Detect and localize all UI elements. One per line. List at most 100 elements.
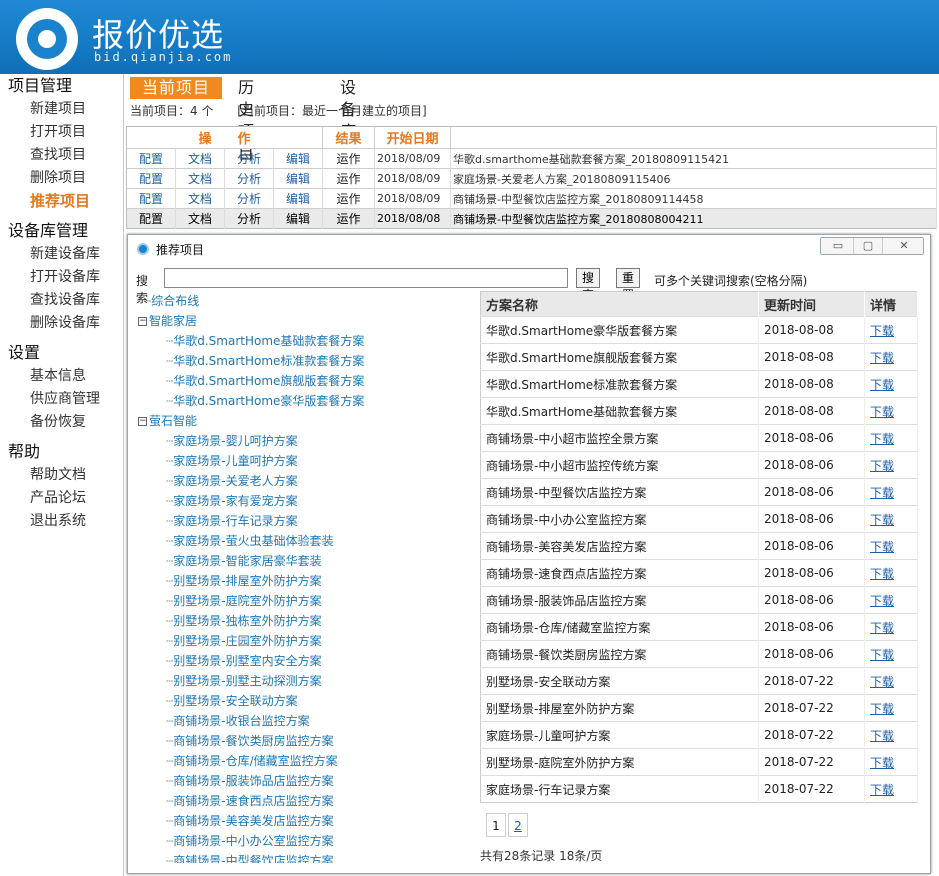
config-link[interactable]: 配置: [126, 188, 176, 209]
tab-device-library[interactable]: 设 备 库: [340, 77, 362, 141]
tree-leaf-node[interactable]: 商铺场景-服装饰品店监控方案: [138, 771, 478, 791]
sidebar-item[interactable]: 打开设备库: [0, 266, 123, 289]
search-input[interactable]: [164, 268, 568, 288]
document-link[interactable]: 文档: [175, 168, 225, 189]
tree-leaf-node[interactable]: 家庭场景-婴儿呵护方案: [138, 431, 478, 451]
tree-leaf-node[interactable]: 别墅场景-独栋室外防护方案: [138, 611, 478, 631]
sidebar-item[interactable]: 查找设备库: [0, 289, 123, 312]
project-row[interactable]: 配置 文档 分析 编辑 运作 2018/08/08 商铺场景-中型餐饮店监控方案_20180…: [126, 208, 937, 229]
tree-leaf-node[interactable]: 别墅场景-庄园室外防护方案: [138, 631, 478, 651]
document-link[interactable]: 文档: [175, 208, 225, 229]
download-link[interactable]: 下载: [864, 316, 918, 344]
tree-leaf-node[interactable]: 别墅场景-排屋室外防护方案: [138, 571, 478, 591]
download-link[interactable]: 下载: [864, 451, 918, 479]
tree-leaf-node[interactable]: 商铺场景-速食西点店监控方案: [138, 791, 478, 811]
project-row[interactable]: 配置 文档 分析 编辑 运作 2018/08/09 华歌d.smarthome基础款套餐方案…: [126, 148, 937, 169]
project-name[interactable]: 华歌d.smarthome基础款套餐方案_20180809115421: [450, 148, 937, 169]
analyze-link[interactable]: 分析: [224, 188, 274, 209]
tab-current-projects[interactable]: 当前项目: [130, 77, 222, 99]
sidebar-item[interactable]: 新建设备库: [0, 243, 123, 266]
sidebar-item[interactable]: 查找项目: [0, 144, 123, 167]
sidebar-item[interactable]: 新建项目: [0, 98, 123, 121]
tree-leaf-node[interactable]: 家庭场景-智能家居豪华套装: [138, 551, 478, 571]
document-link[interactable]: 文档: [175, 148, 225, 169]
download-link[interactable]: 下载: [864, 559, 918, 587]
sidebar-item[interactable]: 供应商管理: [0, 388, 123, 411]
edit-link[interactable]: 编辑: [273, 168, 323, 189]
project-row[interactable]: 配置 文档 分析 编辑 运作 2018/08/09 商铺场景-中型餐饮店监控方案_20180…: [126, 188, 937, 209]
analyze-link[interactable]: 分析: [224, 208, 274, 229]
tree-leaf-node[interactable]: 别墅场景-别墅室内安全方案: [138, 651, 478, 671]
download-link[interactable]: 下载: [864, 532, 918, 560]
collapse-icon[interactable]: −: [138, 317, 147, 326]
tree-root-node[interactable]: 综合布线: [138, 291, 478, 311]
tree-leaf-node[interactable]: 家庭场景-关爱老人方案: [138, 471, 478, 491]
download-link[interactable]: 下载: [864, 694, 918, 722]
download-link[interactable]: 下载: [864, 343, 918, 371]
download-link[interactable]: 下载: [864, 478, 918, 506]
tree-leaf-node[interactable]: 商铺场景-收银台监控方案: [138, 711, 478, 731]
reset-button[interactable]: 重置: [616, 268, 641, 302]
project-row[interactable]: 配置 文档 分析 编辑 运作 2018/08/09 家庭场景-关爱老人方案_20180809…: [126, 168, 937, 189]
sidebar-item[interactable]: 帮助文档: [0, 464, 123, 487]
page-2-button[interactable]: 2: [508, 813, 528, 837]
download-link[interactable]: 下载: [864, 667, 918, 695]
maximize-icon[interactable]: ▢: [853, 238, 883, 254]
tree-leaf-node[interactable]: 家庭场景-萤火虫基础体验套装: [138, 531, 478, 551]
download-link[interactable]: 下载: [864, 640, 918, 668]
download-link[interactable]: 下载: [864, 721, 918, 749]
tree-leaf-node[interactable]: 商铺场景-中型餐饮店监控方案: [138, 851, 478, 863]
sidebar-item[interactable]: 删除项目: [0, 167, 123, 190]
tree-leaf-node[interactable]: 商铺场景-中小办公室监控方案: [138, 831, 478, 851]
analyze-link[interactable]: 分析: [224, 148, 274, 169]
search-button[interactable]: 搜索: [576, 268, 601, 302]
tree-leaf-node[interactable]: 家庭场景-行车记录方案: [138, 511, 478, 531]
sidebar-item[interactable]: 退出系统: [0, 510, 123, 533]
download-link[interactable]: 下载: [864, 586, 918, 614]
close-icon[interactable]: ✕: [885, 238, 923, 254]
config-link[interactable]: 配置: [126, 148, 176, 169]
sidebar-item[interactable]: 删除设备库: [0, 312, 123, 335]
download-link[interactable]: 下载: [864, 748, 918, 776]
tree-leaf-node[interactable]: 华歌d.SmartHome豪华版套餐方案: [138, 391, 478, 411]
edit-link[interactable]: 编辑: [273, 188, 323, 209]
sidebar-item[interactable]: 基本信息: [0, 365, 123, 388]
collapse-icon[interactable]: −: [138, 417, 147, 426]
tree-leaf-node[interactable]: 华歌d.SmartHome标准款套餐方案: [138, 351, 478, 371]
tree-leaf-node[interactable]: 家庭场景-家有爱宠方案: [138, 491, 478, 511]
edit-link[interactable]: 编辑: [273, 148, 323, 169]
tree-leaf-node[interactable]: 别墅场景-安全联动方案: [138, 691, 478, 711]
tree-group-node[interactable]: − 智能家居: [138, 311, 478, 331]
tree-leaf-node[interactable]: 别墅场景-别墅主动探测方案: [138, 671, 478, 691]
project-name[interactable]: 商铺场景-中型餐饮店监控方案_20180808004211: [450, 208, 937, 229]
tree-leaf-node[interactable]: 华歌d.SmartHome基础款套餐方案: [138, 331, 478, 351]
tree-leaf-node[interactable]: 商铺场景-餐饮类厨房监控方案: [138, 731, 478, 751]
document-link[interactable]: 文档: [175, 188, 225, 209]
page-1-button[interactable]: 1: [486, 813, 506, 837]
project-name[interactable]: 家庭场景-关爱老人方案_20180809115406: [450, 168, 937, 189]
download-link[interactable]: 下载: [864, 505, 918, 533]
tab-history-projects[interactable]: 历史项目: [238, 77, 255, 163]
analyze-link[interactable]: 分析: [224, 168, 274, 189]
minimize-icon[interactable]: ▭: [823, 238, 853, 254]
download-link[interactable]: 下载: [864, 613, 918, 641]
tree-leaf-node[interactable]: 商铺场景-美容美发店监控方案: [138, 811, 478, 831]
edit-link[interactable]: 编辑: [273, 208, 323, 229]
tree-leaf-node[interactable]: 家庭场景-儿童呵护方案: [138, 451, 478, 471]
sidebar-item[interactable]: 推荐项目: [0, 190, 123, 213]
tree-leaf-node[interactable]: 商铺场景-仓库/储藏室监控方案: [138, 751, 478, 771]
tree-leaf-node[interactable]: 别墅场景-庭院室外防护方案: [138, 591, 478, 611]
config-link[interactable]: 配置: [126, 168, 176, 189]
tree-leaf-node[interactable]: 华歌d.SmartHome旗舰版套餐方案: [138, 371, 478, 391]
result-update-time: 2018-08-06: [758, 559, 865, 587]
download-link[interactable]: 下载: [864, 370, 918, 398]
download-link[interactable]: 下载: [864, 424, 918, 452]
download-link[interactable]: 下载: [864, 397, 918, 425]
sidebar-item[interactable]: 产品论坛: [0, 487, 123, 510]
sidebar-item[interactable]: 打开项目: [0, 121, 123, 144]
download-link[interactable]: 下载: [864, 775, 918, 803]
config-link[interactable]: 配置: [126, 208, 176, 229]
sidebar-item[interactable]: 备份恢复: [0, 411, 123, 434]
tree-group-node[interactable]: − 萤石智能: [138, 411, 478, 431]
project-name[interactable]: 商铺场景-中型餐饮店监控方案_20180809114458: [450, 188, 937, 209]
